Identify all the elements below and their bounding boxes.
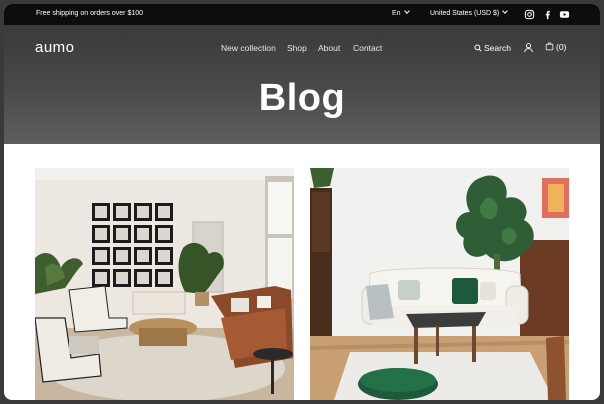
facebook-icon[interactable] — [542, 9, 553, 20]
currency-selector[interactable]: United States (USD $) — [430, 8, 509, 17]
brand-logo[interactable]: aumo — [35, 39, 75, 56]
search-icon — [474, 44, 482, 52]
announcement-bar: Free shipping on orders over $100 En Uni… — [4, 4, 600, 25]
nav-new-collection[interactable]: New collection — [221, 43, 276, 53]
cart-icon — [545, 42, 554, 51]
language-label: En — [392, 10, 401, 17]
youtube-icon[interactable] — [559, 9, 570, 20]
blog-card-image-2[interactable] — [310, 168, 569, 400]
nav-about[interactable]: About — [318, 43, 340, 53]
search-label: Search — [484, 43, 511, 53]
cart-button[interactable]: (0) — [545, 42, 566, 52]
announcement-text: Free shipping on orders over $100 — [36, 10, 144, 17]
nav-contact[interactable]: Contact — [353, 43, 382, 53]
language-selector[interactable]: En — [392, 8, 410, 17]
hero-header: aumo New collection Shop About Contact S… — [4, 25, 600, 144]
currency-label: United States (USD $) — [430, 10, 500, 17]
living-room-photo-2 — [310, 168, 569, 400]
chevron-down-icon — [403, 8, 410, 14]
browser-frame: Free shipping on orders over $100 En Uni… — [4, 4, 600, 400]
chevron-down-icon — [502, 8, 509, 14]
page-title: Blog — [258, 77, 346, 119]
cart-count: (0) — [556, 42, 567, 52]
search-button[interactable]: Search — [474, 43, 511, 53]
instagram-icon[interactable] — [524, 9, 535, 20]
account-icon[interactable] — [523, 42, 534, 53]
blog-card-image-1[interactable] — [35, 168, 294, 400]
nav-shop[interactable]: Shop — [287, 43, 307, 53]
living-room-photo-1 — [35, 168, 294, 400]
